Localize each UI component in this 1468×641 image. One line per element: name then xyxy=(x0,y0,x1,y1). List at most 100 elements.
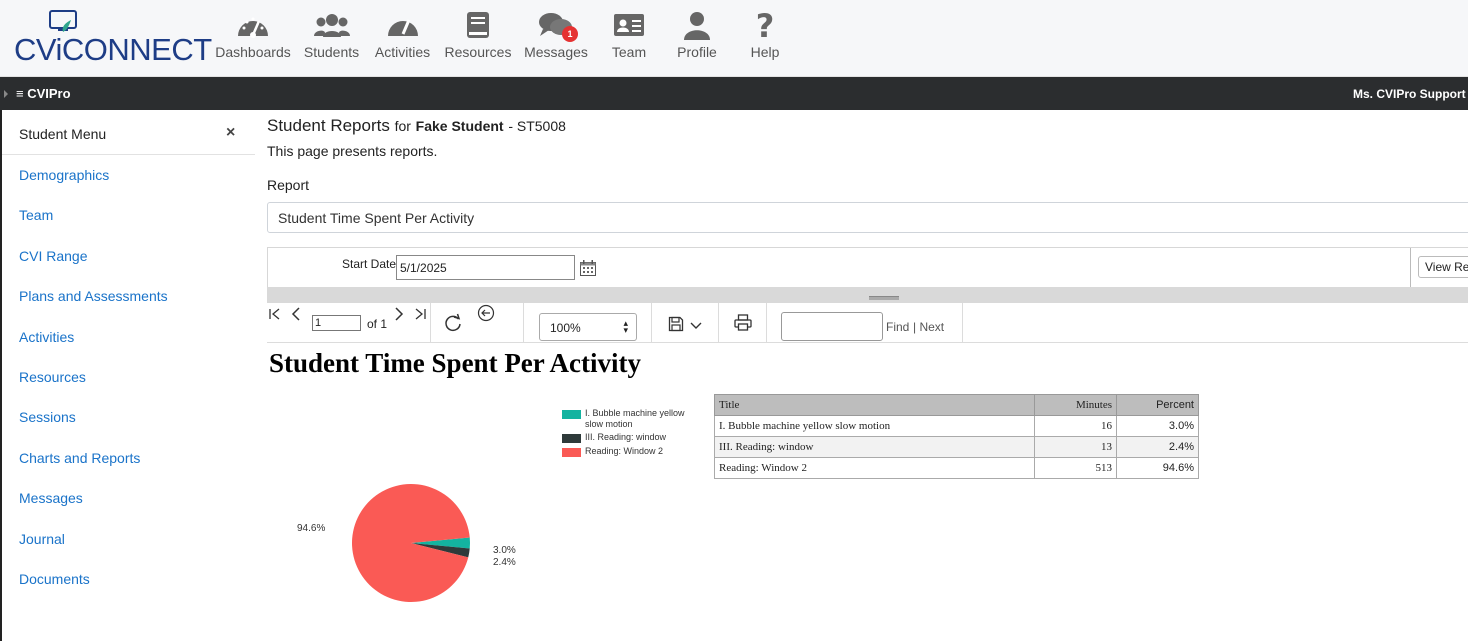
find-link[interactable]: Find xyxy=(886,320,909,334)
table-cell: I. Bubble machine yellow slow motion xyxy=(714,415,1035,437)
close-icon[interactable]: × xyxy=(226,124,235,142)
pie-chart: 3.0% 2.4% 94.6% xyxy=(280,470,540,635)
param-divider xyxy=(1410,248,1411,287)
legend-label: III. Reading: window xyxy=(585,432,667,442)
nav-dashboards[interactable]: Dashboards xyxy=(212,10,294,60)
table-cell: 513 xyxy=(1034,457,1117,479)
sidebar-header: Student Menu × xyxy=(2,110,255,155)
zoom-select[interactable]: 100% ▴ ▾ xyxy=(539,313,637,341)
nav-label: Help xyxy=(750,44,780,60)
user-name[interactable]: Ms. CVIPro Support a xyxy=(1353,87,1468,101)
page-number-input[interactable]: 1 xyxy=(312,315,361,331)
table-cell: III. Reading: window xyxy=(714,436,1035,458)
cvipro-menu-button[interactable]: ≡ CVIPro xyxy=(16,86,71,101)
pie-chart-svg: 3.0%2.4% 94.6% xyxy=(297,484,516,602)
table-cell: 94.6% xyxy=(1116,457,1199,479)
svg-text:?: ? xyxy=(756,10,775,42)
legend-swatch xyxy=(562,448,581,457)
report-toolbar: 1 of 1 100% ▴ ▾ Find | Next xyxy=(267,303,1468,343)
column-header-minutes: Minutes xyxy=(1034,394,1117,416)
nav-students[interactable]: Students xyxy=(294,10,369,60)
view-report-button[interactable]: View Rep xyxy=(1418,256,1468,278)
refresh-icon[interactable] xyxy=(443,313,463,333)
print-icon[interactable] xyxy=(734,314,752,331)
table-header-row: Title Minutes Percent xyxy=(714,394,1199,416)
sidebar-list: Demographics Team CVI Range Plans and As… xyxy=(19,167,168,611)
table-row: I. Bubble machine yellow slow motion 16 … xyxy=(714,415,1199,437)
legend-label: I. Bubble machine yellow slow motion xyxy=(585,408,685,429)
page-title: Student Reports for Fake Student - ST500… xyxy=(267,116,566,136)
top-navbar: CViCONNECT Dashboards Students Activitie… xyxy=(0,0,1468,77)
pie-slice-label: 3.0% xyxy=(493,545,516,556)
save-icon[interactable] xyxy=(668,316,684,332)
report-parameters: Start Date 5/1/2025 View Rep xyxy=(267,247,1468,287)
toolbar-divider xyxy=(766,303,767,343)
student-id: - ST5008 xyxy=(508,118,566,134)
sidebar-item-charts-reports[interactable]: Charts and Reports xyxy=(19,450,168,490)
nav-messages[interactable]: 1 Messages xyxy=(520,10,592,60)
report-select[interactable]: Student Time Spent Per Activity xyxy=(267,202,1468,233)
start-date-input[interactable]: 5/1/2025 xyxy=(396,255,575,280)
nav-label: Team xyxy=(611,44,647,60)
sidebar-item-activities[interactable]: Activities xyxy=(19,329,168,369)
column-header-percent: Percent xyxy=(1116,394,1199,416)
team-icon xyxy=(614,14,644,36)
profile-icon xyxy=(684,12,710,40)
table-cell: Reading: Window 2 xyxy=(714,457,1035,479)
sidebar-item-cvi-range[interactable]: CVI Range xyxy=(19,248,168,288)
start-date-label: Start Date xyxy=(342,257,397,271)
splitter-grip[interactable] xyxy=(869,296,899,300)
sidebar-item-demographics[interactable]: Demographics xyxy=(19,167,168,207)
nav-label: Profile xyxy=(677,44,717,60)
expand-arrow-icon[interactable] xyxy=(4,90,8,98)
legend-swatch xyxy=(562,434,581,443)
page-description: This page presents reports. xyxy=(267,143,438,159)
first-page-icon[interactable] xyxy=(268,307,282,321)
page-title-for: for xyxy=(394,118,411,134)
student-name: Fake Student xyxy=(415,118,504,134)
sidebar-item-plans-assessments[interactable]: Plans and Assessments xyxy=(19,288,168,328)
main-nav: Dashboards Students Activities Resources… xyxy=(212,10,802,60)
legend-label: Reading: Window 2 xyxy=(585,446,664,456)
param-splitter[interactable] xyxy=(267,287,1468,303)
sidebar-item-documents[interactable]: Documents xyxy=(19,571,168,611)
sidebar-item-messages[interactable]: Messages xyxy=(19,490,168,530)
sidebar-item-resources[interactable]: Resources xyxy=(19,369,168,409)
report-title: Student Time Spent Per Activity xyxy=(269,348,642,378)
student-menu-sidebar: Student Menu × Demographics Team CVI Ran… xyxy=(0,110,255,641)
nav-team[interactable]: Team xyxy=(592,10,666,60)
table-row: Reading: Window 2 513 94.6% xyxy=(714,457,1199,479)
calendar-icon[interactable] xyxy=(580,260,596,276)
find-input[interactable] xyxy=(781,312,883,341)
pie-slice-label: 94.6% xyxy=(297,523,325,534)
pie-slice-label: 2.4% xyxy=(493,557,516,568)
nav-label: Activities xyxy=(374,44,431,60)
back-icon[interactable] xyxy=(477,304,495,322)
toolbar-divider xyxy=(718,303,719,343)
nav-label: Messages xyxy=(524,44,588,60)
sidebar-item-journal[interactable]: Journal xyxy=(19,531,168,571)
help-icon: ? xyxy=(756,10,775,42)
table-cell: 13 xyxy=(1034,436,1117,458)
sidebar-item-team[interactable]: Team xyxy=(19,207,168,247)
sidebar-item-sessions[interactable]: Sessions xyxy=(19,409,168,449)
chevron-down-icon[interactable] xyxy=(690,322,702,330)
cviconnect-logo[interactable]: CViCONNECT xyxy=(14,8,212,70)
nav-resources[interactable]: Resources xyxy=(436,10,520,60)
page-count-label: of 1 xyxy=(367,317,388,331)
previous-page-icon[interactable] xyxy=(290,306,302,322)
activities-icon xyxy=(387,19,418,36)
next-page-icon[interactable] xyxy=(393,306,405,322)
nav-profile[interactable]: Profile xyxy=(666,10,728,60)
last-page-icon[interactable] xyxy=(413,307,427,321)
nav-activities[interactable]: Activities xyxy=(369,10,436,60)
messages-badge: 1 xyxy=(562,26,578,42)
app-bar: ≡ CVIPro Ms. CVIPro Support a xyxy=(0,77,1468,110)
select-arrows-icon: ▴ ▾ xyxy=(623,318,628,335)
zoom-value: 100% xyxy=(550,321,581,335)
next-link[interactable]: | Next xyxy=(913,320,944,334)
nav-help[interactable]: ? Help xyxy=(728,10,802,60)
toolbar-divider xyxy=(430,303,431,343)
nav-label: Dashboards xyxy=(215,44,291,60)
nav-label: Resources xyxy=(444,44,512,60)
